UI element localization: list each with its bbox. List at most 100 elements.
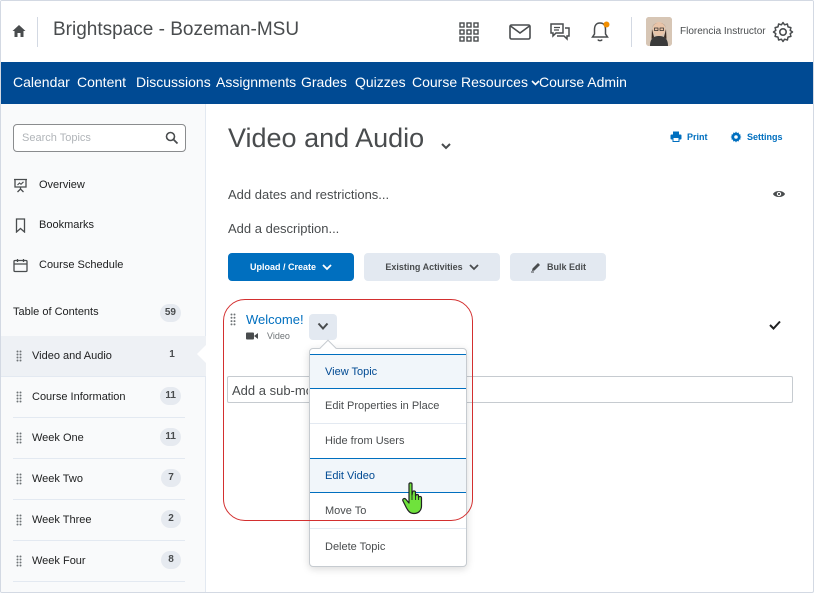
home-icon[interactable] [11, 23, 27, 39]
printer-icon [670, 131, 682, 142]
module-label: Video and Audio [32, 350, 112, 362]
header-divider [631, 17, 632, 47]
header-divider [37, 17, 38, 47]
drag-handle-icon[interactable] [16, 555, 22, 567]
pencil-icon [530, 263, 540, 273]
chevron-down-icon [322, 263, 332, 270]
module-label: Week Three [32, 514, 92, 526]
sidebar-bookmarks-label: Bookmarks [39, 219, 95, 231]
search-input[interactable] [22, 129, 162, 147]
bulk-edit-button[interactable]: Bulk Edit [510, 253, 606, 281]
bell-icon[interactable] [588, 20, 612, 44]
module-label: Week Four [32, 555, 86, 567]
drag-handle-icon[interactable] [16, 514, 22, 526]
hand-pointer-cursor-icon [402, 482, 423, 515]
module-label: Week One [32, 432, 84, 444]
menu-item-view-topic[interactable]: View Topic [310, 354, 466, 389]
module-count-badge: 7 [161, 469, 181, 487]
menu-item-delete-topic[interactable]: Delete Topic [310, 529, 466, 564]
settings-label: Settings [747, 132, 783, 142]
avatar[interactable] [646, 17, 672, 46]
sidebar-bookmarks[interactable]: Bookmarks [13, 213, 94, 237]
course-navbar: Calendar Content Discussions Assignments… [1, 62, 813, 104]
sidebar-course-schedule-label: Course Schedule [39, 259, 124, 271]
table-of-contents[interactable]: Table of Contents 59 [13, 304, 181, 326]
checkmark-icon[interactable] [769, 320, 781, 330]
nav-course-resources-label: Course Resources [412, 74, 528, 90]
top-header: Brightspace - Bozeman-MSU Florencia Inst… [1, 1, 813, 62]
menu-item-move-to[interactable]: Move To [310, 494, 466, 529]
waffle-grid-icon[interactable] [457, 20, 481, 44]
chevron-down-icon [317, 322, 329, 330]
toc-count-badge: 59 [159, 304, 181, 322]
module-count-badge: 11 [160, 428, 181, 446]
sidebar-overview[interactable]: Overview [13, 173, 85, 197]
menu-item-edit-properties[interactable]: Edit Properties in Place [310, 389, 466, 424]
existing-activities-label: Existing Activities [385, 262, 463, 272]
user-name[interactable]: Florencia Instructor [680, 26, 766, 37]
eye-icon[interactable] [772, 188, 786, 200]
video-camera-icon [246, 332, 258, 340]
active-module-indicator [197, 344, 207, 364]
mail-icon[interactable] [508, 20, 532, 44]
chat-icon[interactable] [548, 20, 572, 44]
topic-context-menu-button[interactable] [309, 314, 337, 340]
nav-course-resources[interactable]: Course Resources [412, 74, 540, 90]
module-count-badge: 11 [160, 387, 181, 405]
sidebar-course-schedule[interactable]: Course Schedule [13, 253, 123, 277]
sidebar-module-video-and-audio[interactable]: Video and Audio 1 [1, 336, 206, 377]
nav-discussions[interactable]: Discussions [136, 74, 211, 90]
menu-item-edit-video[interactable]: Edit Video [310, 458, 466, 493]
app-window: Brightspace - Bozeman-MSU Florencia Inst… [0, 0, 814, 593]
nav-course-admin[interactable]: Course Admin [539, 74, 627, 90]
nav-calendar[interactable]: Calendar [13, 74, 70, 90]
drag-handle-icon[interactable] [16, 432, 22, 444]
drag-handle-icon[interactable] [16, 350, 22, 362]
bulk-edit-label: Bulk Edit [546, 262, 586, 272]
nav-quizzes[interactable]: Quizzes [355, 74, 406, 90]
topic-title-link[interactable]: Welcome! [246, 312, 304, 327]
gear-icon[interactable] [771, 20, 795, 44]
sidebar-overview-label: Overview [39, 179, 85, 191]
chevron-down-icon[interactable] [439, 139, 453, 153]
module-label: Week Two [32, 473, 83, 485]
drag-handle-icon[interactable] [16, 473, 22, 485]
toc-label: Table of Contents [13, 306, 99, 318]
existing-activities-button[interactable]: Existing Activities [364, 253, 500, 281]
module-count-badge: 8 [161, 551, 181, 569]
upload-create-button[interactable]: Upload / Create [228, 253, 354, 281]
nav-grades[interactable]: Grades [301, 74, 347, 90]
module-label: Course Information [32, 391, 126, 403]
sidebar-module-week-one[interactable]: Week One 11 [13, 418, 185, 459]
org-title[interactable]: Brightspace - Bozeman-MSU [53, 19, 299, 41]
sidebar-module-week-three[interactable]: Week Three 2 [13, 500, 185, 541]
drag-handle-icon[interactable] [16, 391, 22, 403]
module-count-badge: 1 [169, 349, 175, 360]
nav-assignments[interactable]: Assignments [216, 74, 296, 90]
add-description-link[interactable]: Add a description... [228, 221, 339, 236]
sidebar-module-course-information[interactable]: Course Information 11 [13, 377, 185, 418]
page-title[interactable]: Video and Audio [228, 123, 424, 154]
add-submodule-input[interactable] [232, 381, 308, 399]
search-icon[interactable] [165, 131, 179, 145]
search-box [13, 124, 186, 152]
topic-type-label: Video [267, 331, 290, 341]
bookmark-icon [15, 217, 26, 233]
sidebar: Overview Bookmarks Course Schedule Table… [1, 104, 206, 592]
presentation-icon [14, 178, 27, 192]
module-count-badge: 2 [161, 510, 181, 528]
add-dates-link[interactable]: Add dates and restrictions... [228, 187, 389, 202]
settings-button[interactable]: Settings [730, 131, 783, 143]
print-label: Print [687, 131, 708, 142]
sidebar-module-week-two[interactable]: Week Two 7 [13, 459, 185, 500]
nav-content[interactable]: Content [77, 74, 126, 90]
calendar-icon [13, 258, 28, 272]
drag-handle-icon[interactable] [230, 313, 236, 326]
gear-icon [730, 131, 742, 143]
upload-create-label: Upload / Create [249, 262, 316, 272]
sidebar-module-week-four[interactable]: Week Four 8 [13, 541, 185, 582]
chevron-down-icon [468, 263, 479, 270]
print-button[interactable]: Print [670, 131, 708, 142]
topic-context-menu: View Topic Edit Properties in Place Hide… [309, 339, 467, 567]
menu-item-hide-from-users[interactable]: Hide from Users [310, 424, 466, 459]
